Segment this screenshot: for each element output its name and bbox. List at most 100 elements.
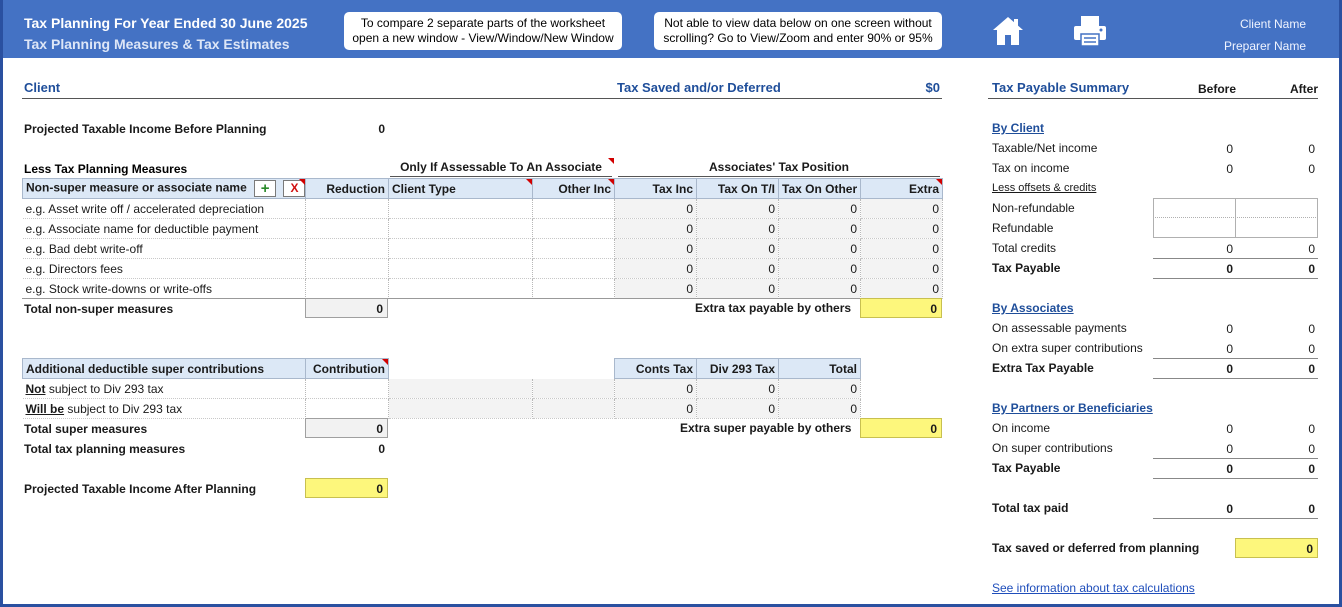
tax-inc-cell: 0: [614, 238, 697, 259]
measure-name-cell[interactable]: e.g. Asset write off / accelerated depre…: [22, 198, 306, 219]
measure-name-cell[interactable]: e.g. Directors fees: [22, 258, 306, 279]
tp2-before: 0: [1226, 462, 1233, 476]
super-table: Additional deductible super contribution…: [22, 358, 943, 419]
contribution-cell[interactable]: [305, 398, 389, 419]
divider: [22, 98, 942, 99]
total-nonsuper-label: Total non-super measures: [24, 302, 174, 316]
tax-saved-value: $0: [925, 80, 940, 95]
table-row: e.g. Bad debt write-off 0 0 0 0: [22, 238, 943, 259]
client-type-cell[interactable]: [388, 218, 533, 239]
tax-saved-summary-value: 0: [1235, 538, 1318, 558]
refundable-after-input[interactable]: [1235, 217, 1318, 238]
other-inc-cell[interactable]: [532, 258, 615, 279]
reduction-cell[interactable]: [305, 238, 389, 259]
non-refundable-before-input[interactable]: [1153, 198, 1236, 218]
by-client-link[interactable]: By Client: [992, 121, 1044, 135]
tax-on-other-cell: 0: [778, 278, 861, 299]
oa-after: 0: [1308, 322, 1315, 336]
table-row: e.g. Asset write off / accelerated depre…: [22, 198, 943, 219]
header-tax-on-ti: Tax On T/I: [696, 178, 779, 199]
total-tax-paid-label: Total tax paid: [992, 501, 1069, 515]
tp2-after: 0: [1308, 462, 1315, 476]
divider: [1153, 278, 1318, 279]
refundable-label: Refundable: [992, 221, 1054, 235]
client-label: Client: [24, 80, 61, 95]
extra-super-label: Extra super payable by others: [680, 421, 852, 435]
client-type-cell[interactable]: [388, 258, 533, 279]
header-div293: Div 293 Tax: [696, 358, 779, 379]
other-inc-cell[interactable]: [532, 198, 615, 219]
summary-title: Tax Payable Summary: [992, 80, 1130, 95]
projected-before-value: 0: [378, 122, 385, 136]
on-income-label: On income: [992, 421, 1051, 435]
add-row-button[interactable]: +: [254, 180, 277, 197]
assoc-only-label: Only If Assessable To An Associate: [390, 160, 612, 177]
total-super-label: Total super measures: [24, 422, 148, 436]
by-partners-link[interactable]: By Partners or Beneficiaries: [992, 401, 1153, 415]
blank-header: [388, 358, 533, 379]
blank-header: [532, 358, 615, 379]
total-credits-label: Total credits: [992, 241, 1057, 255]
projected-after-value: 0: [305, 478, 388, 498]
delete-row-button[interactable]: X: [283, 180, 305, 197]
other-inc-cell[interactable]: [532, 278, 615, 299]
taxable-net-income-label: Taxable/Net income: [992, 141, 1098, 155]
super-prefix: Not: [25, 381, 46, 396]
reduction-cell[interactable]: [305, 198, 389, 219]
tax-on-other-cell: 0: [778, 238, 861, 259]
tax-payable-label: Tax Payable: [992, 261, 1061, 275]
measure-name-cell[interactable]: e.g. Bad debt write-off: [22, 238, 306, 259]
contribution-cell[interactable]: [305, 378, 389, 399]
super-type-cell: Not subject to Div 293 tax: [22, 378, 306, 399]
etp-after: 0: [1308, 362, 1315, 376]
table-row: Not subject to Div 293 tax 0 0 0: [22, 378, 943, 399]
super-total-cell: 0: [778, 378, 861, 399]
measure-name-cell[interactable]: e.g. Stock write-downs or write-offs: [22, 278, 306, 299]
tax-saved-label: Tax Saved and/or Deferred: [617, 80, 781, 95]
tax-on-income-label: Tax on income: [992, 161, 1070, 175]
reduction-cell[interactable]: [305, 258, 389, 279]
header-client-type: Client Type: [388, 178, 533, 199]
super-rest: subject to Div 293 tax: [45, 381, 164, 396]
cons-tax-cell: 0: [614, 378, 697, 399]
header-tax-inc: Tax Inc: [614, 178, 697, 199]
reduction-cell[interactable]: [305, 278, 389, 299]
client-type-cell[interactable]: [388, 238, 533, 259]
reduction-cell[interactable]: [305, 218, 389, 239]
client-type-cell[interactable]: [388, 198, 533, 219]
tax-info-link[interactable]: See information about tax calculations: [992, 581, 1195, 595]
measure-name-cell[interactable]: e.g. Associate name for deductible payme…: [22, 218, 306, 239]
divider: [1153, 478, 1318, 479]
header-contribution: Contribution: [305, 358, 389, 379]
tc-after: 0: [1308, 242, 1315, 256]
refundable-before-input[interactable]: [1153, 217, 1236, 238]
tni-before: 0: [1226, 142, 1233, 156]
blank-cell: [388, 378, 533, 399]
total-planning-value: 0: [378, 442, 385, 456]
super-total-cell: 0: [778, 398, 861, 419]
blank-cell: [388, 398, 533, 419]
non-refundable-after-input[interactable]: [1235, 198, 1318, 218]
header-cons-tax: Conts Tax: [614, 358, 697, 379]
ttp-before: 0: [1226, 502, 1233, 516]
extra-tax-others-label: Extra tax payable by others: [695, 301, 852, 315]
non-refundable-label: Non-refundable: [992, 201, 1075, 215]
tax-on-ti-cell: 0: [696, 278, 779, 299]
other-inc-cell[interactable]: [532, 238, 615, 259]
oi-after: 0: [1308, 422, 1315, 436]
client-type-cell[interactable]: [388, 278, 533, 299]
super-type-cell: Will be subject to Div 293 tax: [22, 398, 306, 419]
on-extra-super-label: On extra super contributions: [992, 341, 1143, 355]
tax-on-ti-cell: 0: [696, 258, 779, 279]
divider: [1153, 258, 1318, 259]
header-measure-name-text: Non-super measure or associate name: [26, 180, 247, 195]
before-label: Before: [1198, 82, 1237, 96]
ttp-after: 0: [1308, 502, 1315, 516]
extra-tax-others-value: 0: [860, 298, 942, 318]
other-inc-cell[interactable]: [532, 218, 615, 239]
table-bottom-line: [22, 298, 942, 299]
tax-on-ti-cell: 0: [696, 218, 779, 239]
tax-inc-cell: 0: [614, 218, 697, 239]
by-associates-link[interactable]: By Associates: [992, 301, 1074, 315]
tni-after: 0: [1308, 142, 1315, 156]
